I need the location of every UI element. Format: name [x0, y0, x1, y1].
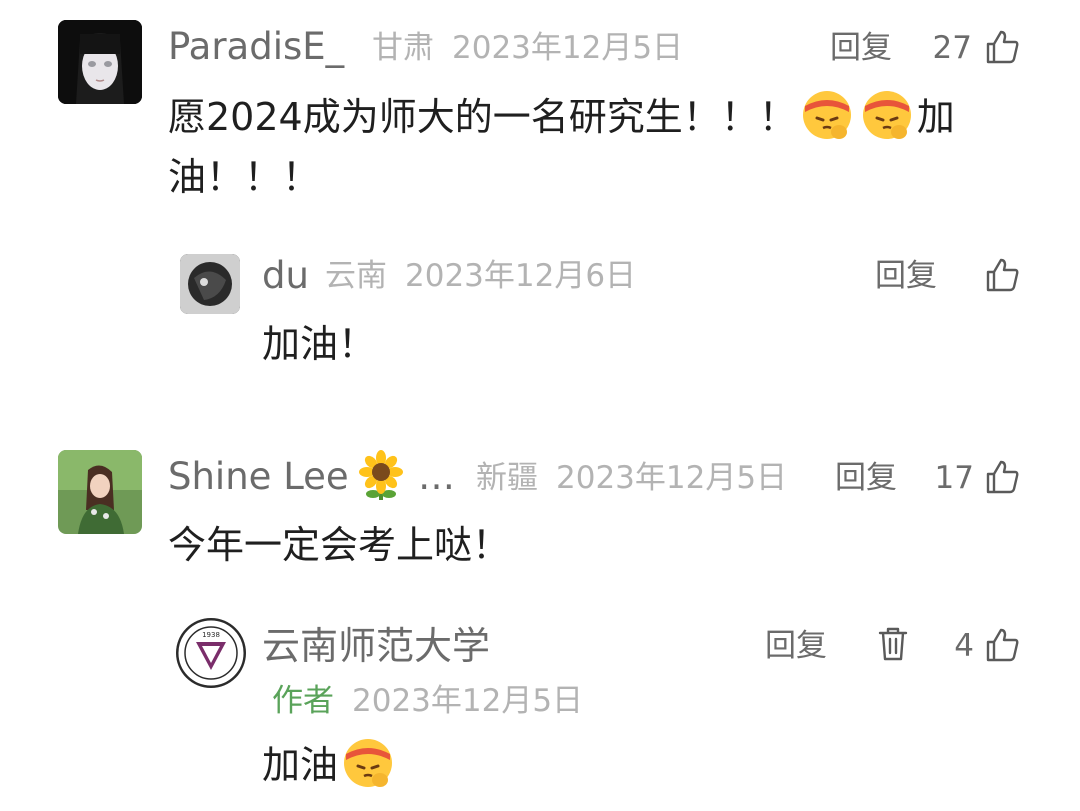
- thumbs-up-icon[interactable]: [984, 29, 1020, 65]
- comment-location: 云南: [325, 258, 387, 294]
- determined-face-emoji-icon: [859, 86, 915, 142]
- like-count: 27: [932, 30, 972, 66]
- reply-button[interactable]: 回复: [830, 28, 892, 68]
- comment-text: 愿2024成为师大的一名研究生！！！ 加 油！！！: [168, 86, 1038, 207]
- thumbs-up-icon[interactable]: [984, 459, 1020, 495]
- reply-button[interactable]: 回复: [835, 458, 897, 498]
- comment-text-main: 加油: [262, 743, 339, 787]
- username[interactable]: ParadisE_: [168, 25, 344, 69]
- comment-text: 今年一定会考上哒！: [168, 523, 511, 567]
- sunflower-icon: [356, 450, 406, 502]
- comment-location: 新疆: [476, 460, 538, 496]
- comment-date: 2023年12月5日: [452, 30, 684, 66]
- comment-date: 2023年12月5日: [556, 460, 788, 496]
- author-badge: 作者: [272, 683, 334, 719]
- trash-icon[interactable]: [876, 626, 910, 662]
- reply-button[interactable]: 回复: [765, 626, 827, 666]
- determined-face-emoji-icon: [340, 734, 396, 790]
- username[interactable]: 云南师范大学: [262, 624, 490, 668]
- comment-date: 2023年12月6日: [405, 258, 637, 294]
- logo-year: 1938: [202, 631, 220, 639]
- like-count: 17: [934, 460, 974, 496]
- comment-location: 甘肃: [372, 30, 434, 66]
- username[interactable]: du: [262, 254, 309, 298]
- comment-date: 2023年12月5日: [352, 683, 584, 719]
- avatar[interactable]: [180, 254, 240, 314]
- girl-photo-avatar-icon: [58, 450, 142, 534]
- username[interactable]: Shine Lee: [168, 455, 349, 499]
- dark-photo-avatar-icon: [180, 254, 240, 314]
- like-count: 4: [954, 628, 974, 664]
- avatar[interactable]: [58, 20, 142, 104]
- comment-text-part2: 加: [916, 95, 955, 139]
- avatar[interactable]: 1938: [176, 618, 246, 688]
- avatar[interactable]: [58, 450, 142, 534]
- university-logo-avatar-icon: 1938: [176, 618, 246, 688]
- comment-text-part3: 油！！！: [168, 155, 321, 199]
- reply-button[interactable]: 回复: [875, 256, 937, 296]
- comment-text: 加油: [262, 734, 398, 795]
- comment-text: 加油！: [262, 322, 377, 366]
- determined-face-emoji-icon: [799, 86, 855, 142]
- comment-text-part1: 愿2024成为师大的一名研究生！！！: [168, 95, 797, 139]
- username-ellipsis: …: [418, 455, 455, 498]
- thumbs-up-icon[interactable]: [984, 257, 1020, 293]
- anime-girl-avatar-icon: [58, 20, 142, 104]
- thumbs-up-icon[interactable]: [984, 627, 1020, 663]
